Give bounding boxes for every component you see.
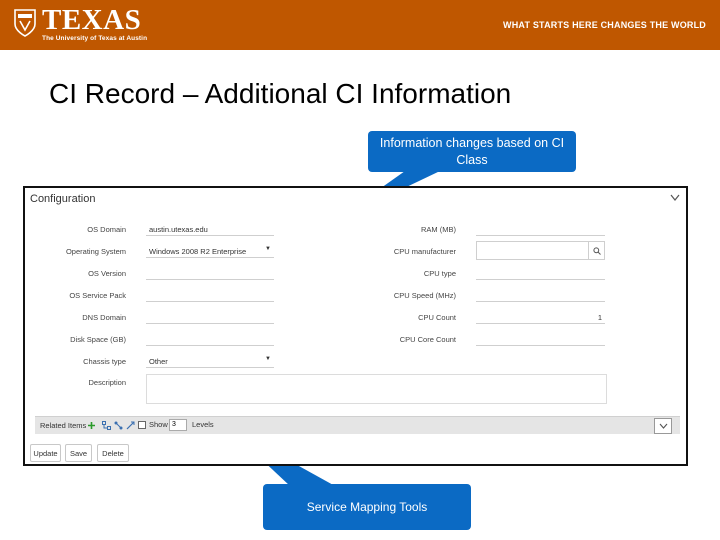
- caret-down-icon: ▼: [265, 356, 271, 362]
- disk-space-label: Disk Space (GB): [70, 335, 126, 344]
- delete-button[interactable]: Delete: [97, 444, 129, 462]
- cpu-type-label: CPU type: [423, 269, 456, 278]
- cpu-count-label: CPU Count: [418, 313, 456, 322]
- levels-label: Levels: [192, 420, 214, 429]
- dependency-view-icon[interactable]: [114, 421, 123, 430]
- operating-system-label: Operating System: [65, 247, 126, 256]
- search-icon: [592, 247, 601, 255]
- callout-bottom: Service Mapping Tools: [263, 484, 471, 530]
- disk-space-field[interactable]: [146, 332, 274, 346]
- dns-domain-field[interactable]: [146, 310, 274, 324]
- header-banner: TEXAS The University of Texas at Austin …: [0, 0, 720, 50]
- chevron-down-icon[interactable]: [670, 194, 680, 202]
- operating-system-select[interactable]: Windows 2008 R2 Enterprise ▼: [146, 244, 274, 258]
- logo-word: TEXAS: [42, 4, 142, 36]
- lookup-button[interactable]: [588, 242, 604, 259]
- expand-related-button[interactable]: [654, 418, 672, 434]
- os-service-pack-label: OS Service Pack: [69, 291, 126, 300]
- operating-system-value: Windows 2008 R2 Enterprise: [149, 247, 247, 256]
- configuration-panel: Configuration OS Domain austin.utexas.ed…: [23, 186, 688, 466]
- dns-domain-label: DNS Domain: [82, 313, 126, 322]
- os-version-field[interactable]: [146, 266, 274, 280]
- ram-label: RAM (MB): [421, 225, 456, 234]
- ut-logo: TEXAS The University of Texas at Austin: [14, 6, 147, 44]
- related-items-bar: Related Items Show 3 Levels: [35, 416, 680, 434]
- os-version-label: OS Version: [88, 269, 126, 278]
- cpu-count-field[interactable]: 1: [476, 310, 605, 324]
- update-button[interactable]: Update: [30, 444, 61, 462]
- level-select[interactable]: 3: [169, 419, 187, 431]
- shield-icon: [14, 9, 36, 37]
- add-icon[interactable]: [87, 421, 96, 430]
- relationship-editor-icon[interactable]: [126, 421, 135, 430]
- os-domain-field[interactable]: austin.utexas.edu: [146, 222, 274, 236]
- configuration-header: Configuration: [30, 193, 96, 205]
- chassis-type-select[interactable]: Other ▼: [146, 354, 274, 368]
- cpu-core-count-field[interactable]: [476, 332, 605, 346]
- callout-top: Information changes based on CI Class: [368, 131, 576, 172]
- show-label: Show: [149, 420, 168, 429]
- cpu-speed-field[interactable]: [476, 288, 605, 302]
- save-button[interactable]: Save: [65, 444, 92, 462]
- cpu-type-field[interactable]: [476, 266, 605, 280]
- tagline: WHAT STARTS HERE CHANGES THE WORLD: [503, 20, 706, 30]
- caret-down-icon: ▼: [265, 246, 271, 252]
- cpu-manufacturer-field[interactable]: [476, 241, 605, 260]
- show-levels-checkbox[interactable]: [138, 421, 146, 429]
- cpu-speed-label: CPU Speed (MHz): [393, 291, 456, 300]
- cpu-manufacturer-label: CPU manufacturer: [393, 247, 456, 256]
- slide-title: CI Record – Additional CI Information: [49, 78, 512, 109]
- service-map-icon[interactable]: [102, 421, 111, 430]
- chassis-type-label: Chassis type: [83, 357, 126, 366]
- cpu-core-count-label: CPU Core Count: [399, 335, 456, 344]
- logo-subtitle: The University of Texas at Austin: [42, 35, 148, 42]
- description-textarea[interactable]: [146, 374, 607, 404]
- chassis-type-value: Other: [149, 357, 168, 366]
- chevron-down-icon: [659, 423, 667, 429]
- related-items-label: Related Items: [40, 421, 87, 430]
- description-label: Description: [88, 378, 126, 387]
- os-domain-label: OS Domain: [87, 225, 126, 234]
- os-service-pack-field[interactable]: [146, 288, 274, 302]
- ram-field[interactable]: [476, 222, 605, 236]
